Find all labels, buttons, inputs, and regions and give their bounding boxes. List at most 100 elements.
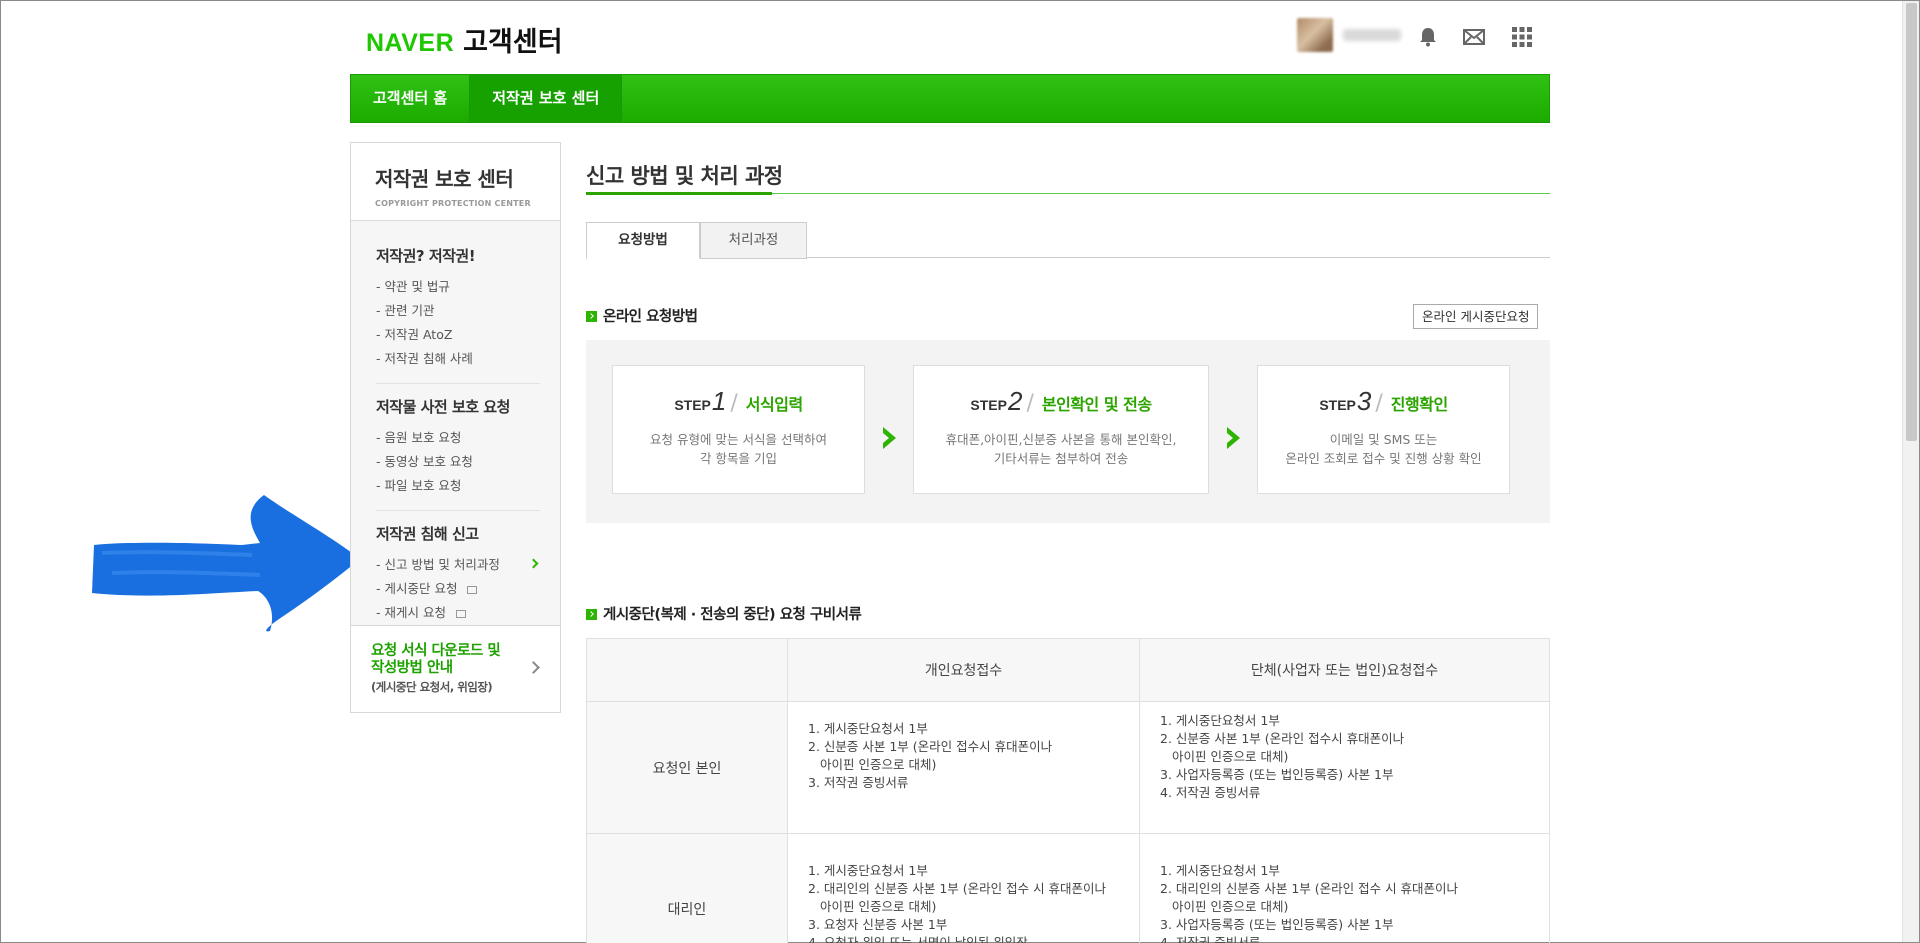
step-desc: 요청 유형에 맞는 서식을 선택하여 각 항목을 기입 bbox=[613, 430, 864, 468]
step-label: STEP bbox=[674, 397, 711, 413]
sidebar-item-atoz[interactable]: - 저작권 AtoZ bbox=[376, 323, 560, 347]
table-row: 대리인 1. 게시중단요청서 1부 2. 대리인의 신분증 사본 1부 (온라인… bbox=[586, 833, 1550, 943]
doc-item: 2. 대리인의 신분증 사본 1부 (온라인 접수 시 휴대폰이나 bbox=[808, 881, 1107, 896]
doc-item: 1. 게시중단요청서 1부 bbox=[808, 863, 928, 878]
table-header-blank bbox=[586, 638, 788, 702]
title-underline bbox=[586, 192, 772, 195]
sidebar-header: 저작권 보호 센터 COPYRIGHT PROTECTION CENTER bbox=[351, 143, 560, 221]
step-label: STEP bbox=[970, 397, 1007, 413]
sidebar-title-en: COPYRIGHT PROTECTION CENTER bbox=[375, 199, 531, 208]
download-title-1: 요청 서식 다운로드 및 bbox=[371, 643, 501, 659]
apps-grid-icon[interactable] bbox=[1510, 25, 1534, 49]
chevron-right-icon bbox=[528, 558, 539, 569]
table-header-group: 단체(사업자 또는 법인)요청접수 bbox=[1139, 638, 1550, 702]
step-desc-line: 각 항목을 기입 bbox=[700, 451, 777, 466]
sidebar-group-copyright: 저작권? 저작권! - 약관 및 법규 - 관련 기관 - 저작권 AtoZ -… bbox=[351, 221, 560, 383]
step-number: 3 bbox=[1356, 386, 1372, 416]
step-name: 서식입력 bbox=[745, 395, 803, 414]
sidebar-group-title[interactable]: 저작권 침해 신고 bbox=[376, 523, 540, 544]
tab-bar: 요청방법 처리과정 bbox=[586, 222, 1550, 259]
step-label: STEP bbox=[1319, 397, 1356, 413]
doc-item: 4. 저작권 증빙서류 bbox=[1160, 785, 1261, 800]
step-card: STEP 2 / 본인확인 및 전송 휴대폰,아이핀,신분증 사본을 통해 본인… bbox=[913, 365, 1209, 494]
row-label: 요청인 본인 bbox=[586, 701, 788, 834]
doc-item: 4. 요청자 위임 또는 서명이 날인된 위임장 bbox=[808, 935, 1028, 943]
page-scrollbar[interactable] bbox=[1902, 1, 1919, 942]
nav-copyright-center[interactable]: 저작권 보호 센터 bbox=[470, 75, 623, 122]
sidebar-group-title[interactable]: 저작물 사전 보호 요청 bbox=[376, 396, 540, 417]
sidebar-item-file[interactable]: - 파일 보호 요청 bbox=[376, 474, 540, 498]
docs-section-title: 게시중단(복제 · 전송의 중단) 요청 구비서류 bbox=[586, 603, 862, 624]
online-takedown-button[interactable]: 온라인 게시중단요청 bbox=[1413, 304, 1539, 329]
online-section-title-text: 온라인 요청방법 bbox=[603, 309, 698, 325]
step-arrow-icon bbox=[883, 427, 896, 449]
step-divider: / bbox=[1026, 391, 1034, 416]
avatar[interactable] bbox=[1297, 18, 1333, 52]
doc-item: 4. 저작권 증빙서류 bbox=[1160, 935, 1261, 943]
step-arrow-icon bbox=[1227, 427, 1240, 449]
table-header-personal: 개인요청접수 bbox=[787, 638, 1140, 702]
sidebar-item-report-method[interactable]: - 신고 방법 및 처리과정 bbox=[376, 553, 540, 577]
sidebar-group-infringement: 저작권 침해 신고 - 신고 방법 및 처리과정 - 게시중단 요청 - 재게시… bbox=[376, 510, 540, 639]
step-name: 본인확인 및 전송 bbox=[1041, 395, 1152, 414]
main-content: 신고 방법 및 처리 과정 요청방법 처리과정 온라인 요청방법 온라인 게시중… bbox=[586, 142, 1550, 943]
sidebar-item-agencies[interactable]: - 관련 기관 bbox=[376, 299, 560, 323]
step-divider: / bbox=[730, 391, 738, 416]
doc-item: 아이핀 인증으로 대체) bbox=[1172, 899, 1289, 914]
doc-item: 2. 대리인의 신분증 사본 1부 (온라인 접수 시 휴대폰이나 bbox=[1160, 881, 1459, 896]
bullet-icon bbox=[586, 609, 597, 620]
new-window-icon bbox=[467, 585, 478, 594]
sidebar-item-terms[interactable]: - 약관 및 법규 bbox=[376, 275, 560, 299]
required-docs-table: 개인요청접수 단체(사업자 또는 법인)요청접수 요청인 본인 1. 게시중단요… bbox=[586, 638, 1550, 943]
doc-item: 아이핀 인증으로 대체) bbox=[820, 757, 937, 772]
doc-item: 3. 요청자 신분증 사본 1부 bbox=[808, 917, 948, 932]
step-desc-line: 휴대폰,아이핀,신분증 사본을 통해 본인확인, bbox=[945, 432, 1177, 447]
cell-personal: 1. 게시중단요청서 1부 2. 신분증 사본 1부 (온라인 접수시 휴대폰이… bbox=[787, 701, 1140, 834]
sidebar-item-music[interactable]: - 음원 보호 요청 bbox=[376, 426, 540, 450]
doc-item: 2. 신분증 사본 1부 (온라인 접수시 휴대폰이나 bbox=[1160, 731, 1405, 746]
step-desc: 이메일 및 SMS 또는 온라인 조회로 접수 및 진행 상황 확인 bbox=[1258, 430, 1509, 468]
row-label: 대리인 bbox=[586, 833, 788, 943]
sidebar-item-label: - 게시중단 요청 bbox=[376, 581, 458, 596]
cell-personal: 1. 게시중단요청서 1부 2. 대리인의 신분증 사본 1부 (온라인 접수 … bbox=[787, 833, 1140, 943]
step-card: STEP 1 / 서식입력 요청 유형에 맞는 서식을 선택하여 각 항목을 기입 bbox=[612, 365, 865, 494]
bullet-icon bbox=[586, 311, 597, 322]
sidebar-item-label: - 재게시 요청 bbox=[376, 605, 446, 620]
sidebar-item-video[interactable]: - 동영상 보호 요청 bbox=[376, 450, 540, 474]
doc-item: 1. 게시중단요청서 1부 bbox=[1160, 713, 1280, 728]
steps-panel: STEP 1 / 서식입력 요청 유형에 맞는 서식을 선택하여 각 항목을 기입… bbox=[586, 340, 1550, 523]
annotation-arrow bbox=[92, 495, 360, 632]
sidebar-group-title[interactable]: 저작권? 저작권! bbox=[376, 245, 560, 266]
tab-request-method[interactable]: 요청방법 bbox=[586, 222, 700, 259]
doc-item: 1. 게시중단요청서 1부 bbox=[1160, 863, 1280, 878]
step-desc-line: 기타서류는 첨부하여 전송 bbox=[993, 451, 1129, 466]
bell-icon[interactable] bbox=[1416, 25, 1440, 49]
user-profile[interactable] bbox=[1297, 18, 1401, 52]
tab-process[interactable]: 처리과정 bbox=[700, 222, 807, 259]
step-number: 2 bbox=[1008, 386, 1023, 416]
online-section-title: 온라인 요청방법 bbox=[586, 305, 698, 326]
step-divider: / bbox=[1375, 391, 1383, 416]
download-subtitle: (게시중단 요청서, 위임장) bbox=[371, 680, 493, 694]
naver-customer-center-logo[interactable]: NAVER 고객센터 bbox=[366, 20, 563, 59]
doc-item: 3. 사업자등록증 (또는 법인등록증) 사본 1부 bbox=[1160, 917, 1394, 932]
sidebar-item-takedown[interactable]: - 게시중단 요청 bbox=[376, 577, 540, 601]
sidebar-group-protection: 저작물 사전 보호 요청 - 음원 보호 요청 - 동영상 보호 요청 - 파일… bbox=[376, 383, 540, 510]
sidebar-title: 저작권 보호 센터 bbox=[375, 167, 514, 191]
step-card: STEP 3 / 진행확인 이메일 및 SMS 또는 온라인 조회로 접수 및 진… bbox=[1257, 365, 1510, 494]
nav-customer-center-home[interactable]: 고객센터 홈 bbox=[351, 75, 471, 122]
sidebar-item-cases[interactable]: - 저작권 침해 사례 bbox=[376, 347, 560, 371]
table-row: 요청인 본인 1. 게시중단요청서 1부 2. 신분증 사본 1부 (온라인 접… bbox=[586, 701, 1550, 834]
user-name-blurred bbox=[1343, 29, 1401, 41]
scrollbar-thumb[interactable] bbox=[1906, 3, 1917, 441]
docs-section-title-text: 게시중단(복제 · 전송의 중단) 요청 구비서류 bbox=[603, 607, 862, 623]
doc-item: 2. 신분증 사본 1부 (온라인 접수시 휴대폰이나 bbox=[808, 739, 1053, 754]
logo-brand: NAVER bbox=[366, 29, 455, 57]
doc-item: 3. 저작권 증빙서류 bbox=[808, 775, 909, 790]
sidebar-item-repost[interactable]: - 재게시 요청 bbox=[376, 601, 540, 625]
step-desc-line: 온라인 조회로 접수 및 진행 상황 확인 bbox=[1285, 451, 1482, 466]
step-name: 진행확인 bbox=[1390, 395, 1448, 414]
mail-icon[interactable] bbox=[1462, 25, 1486, 49]
download-forms-box[interactable]: 요청 서식 다운로드 및 작성방법 안내 (게시중단 요청서, 위임장) bbox=[350, 625, 561, 713]
doc-item: 아이핀 인증으로 대체) bbox=[1172, 749, 1289, 764]
